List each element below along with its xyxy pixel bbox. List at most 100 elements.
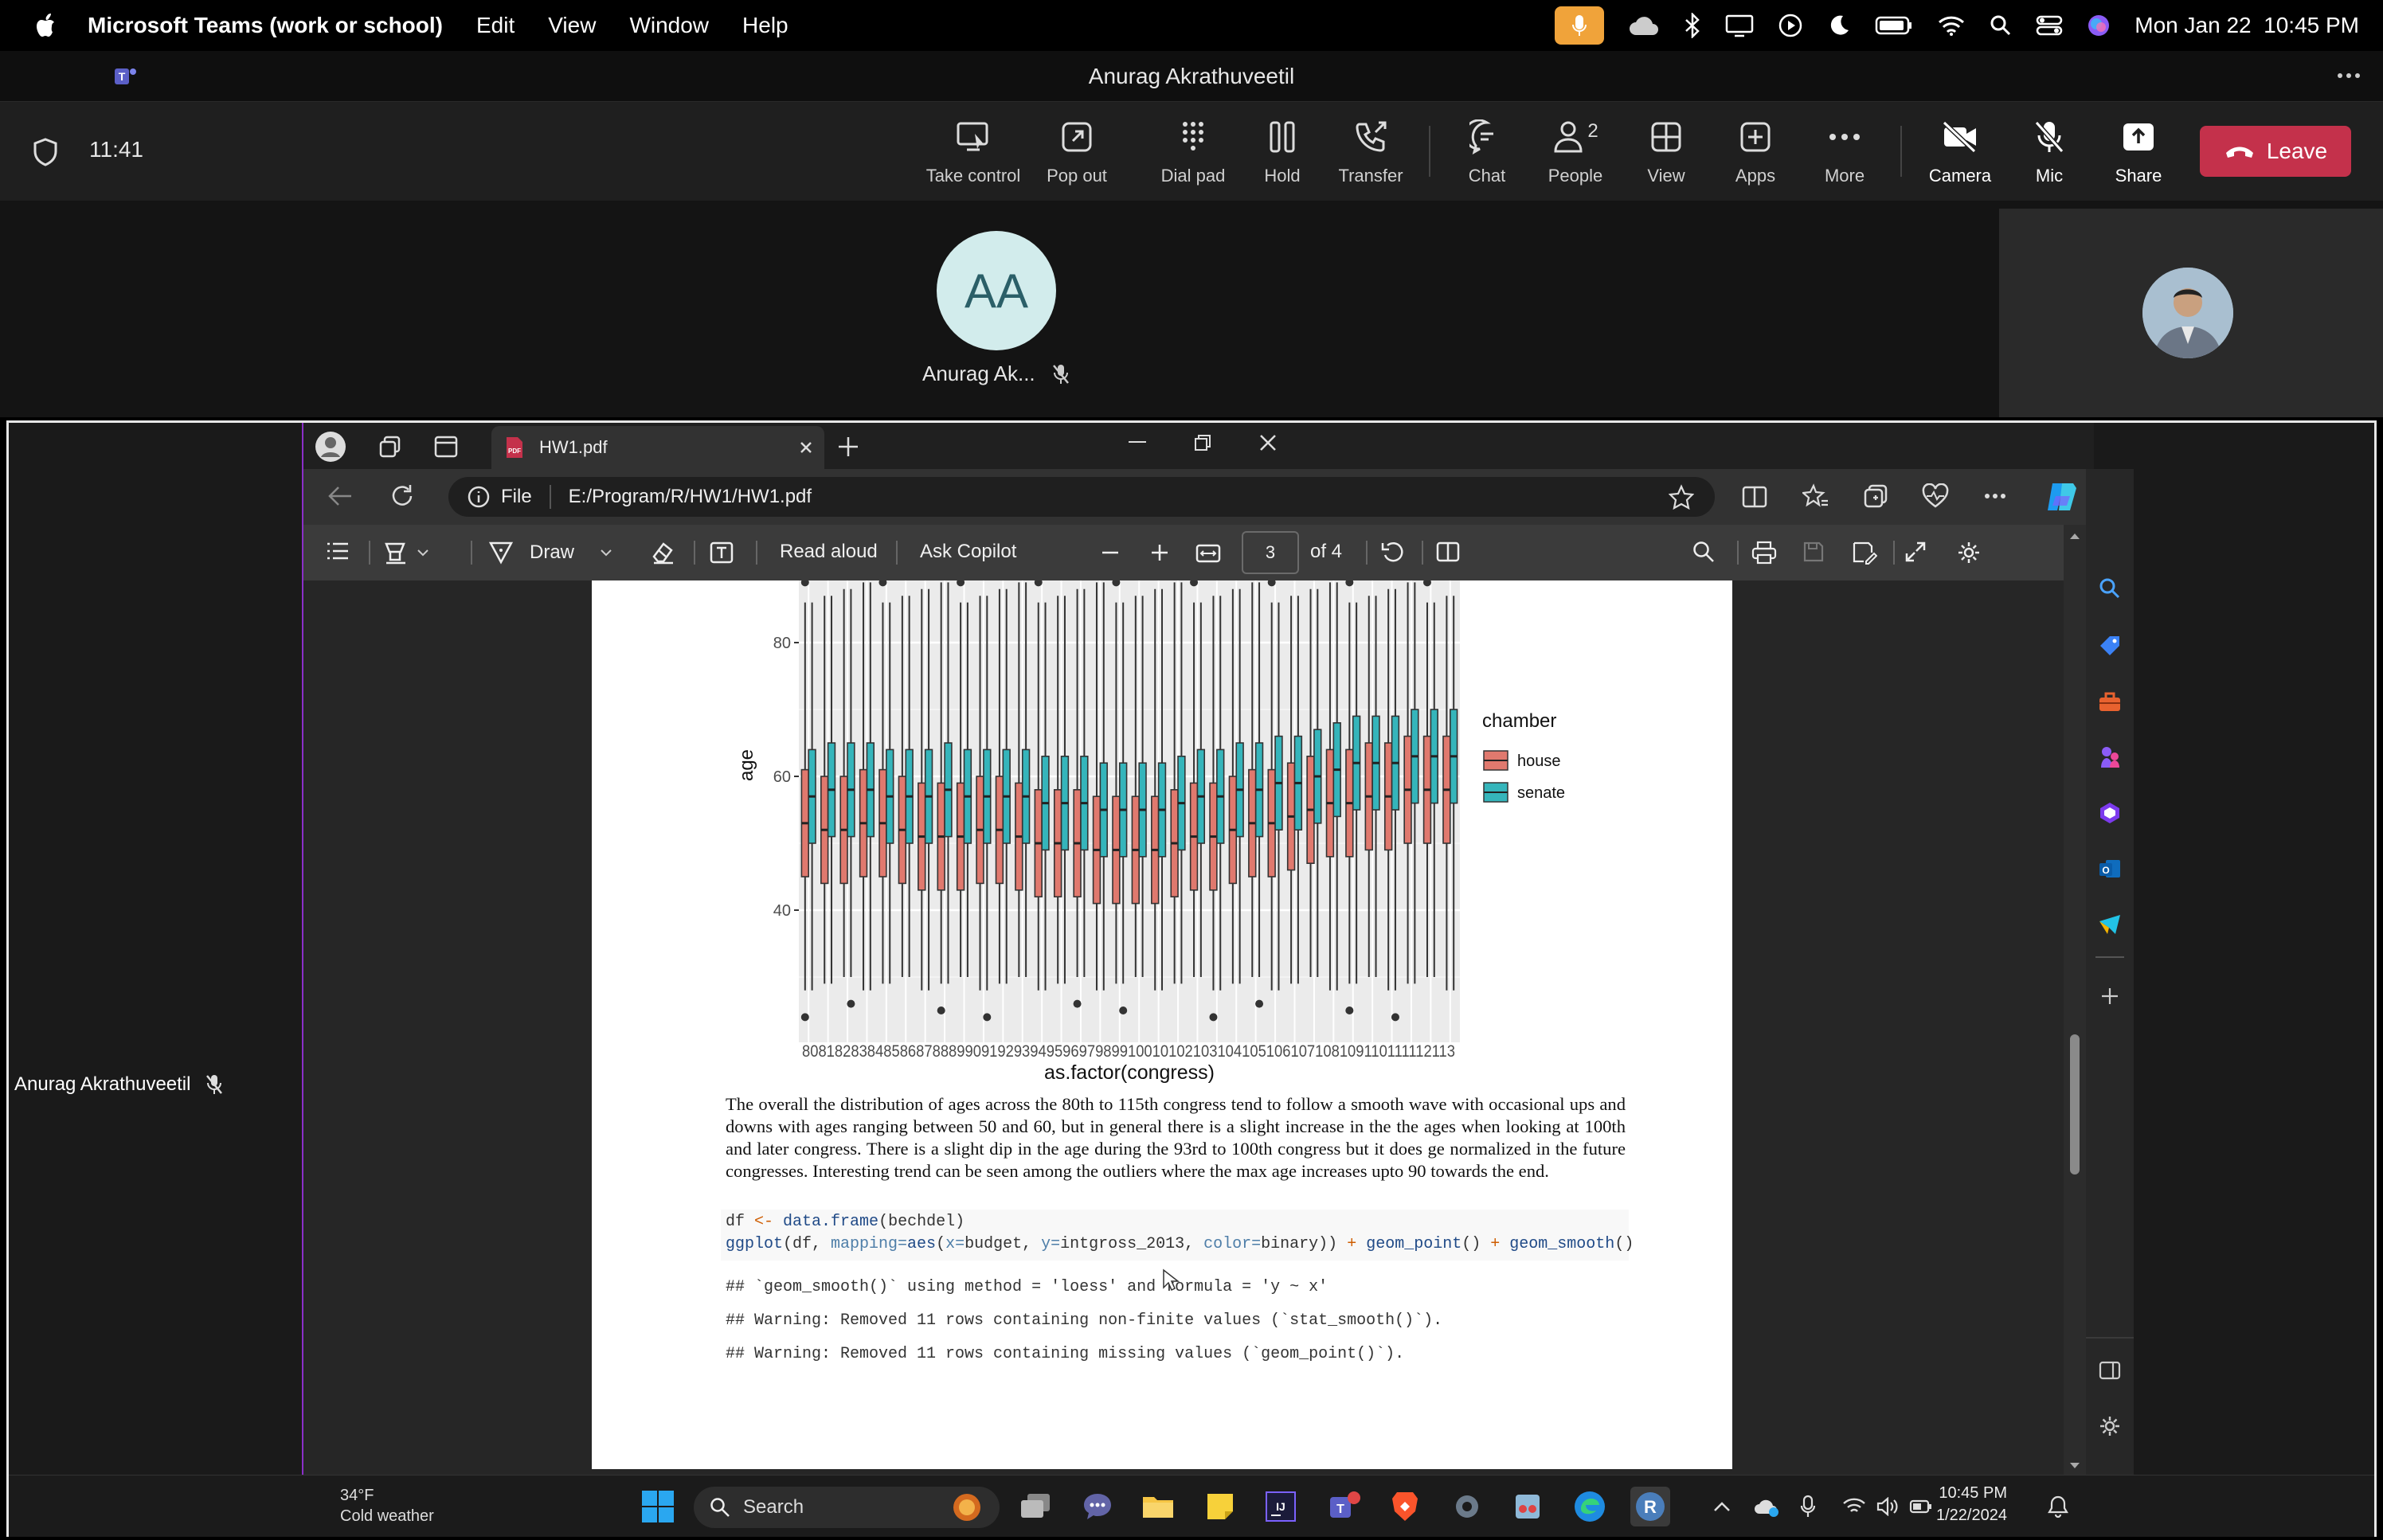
back-arrow-icon[interactable] <box>327 485 353 507</box>
refresh-icon[interactable] <box>389 483 415 509</box>
sidebar-outlook[interactable]: O <box>2092 851 2127 886</box>
hold-button[interactable]: Hold <box>1235 118 1330 186</box>
window-more-icon[interactable] <box>2337 72 2361 80</box>
show-hidden-icons[interactable] <box>1702 1487 1742 1526</box>
favorites-icon[interactable] <box>1802 483 1829 509</box>
taskbar-brave[interactable] <box>1385 1487 1425 1526</box>
zoom-out-button[interactable] <box>1100 544 1121 561</box>
scroll-down-icon[interactable] <box>2068 1461 2081 1471</box>
page-view-button[interactable] <box>1436 541 1460 563</box>
menu-window[interactable]: Window <box>629 13 709 38</box>
scroll-up-icon[interactable] <box>2068 531 2081 541</box>
apps-button[interactable]: Apps <box>1708 118 1803 186</box>
share-button[interactable]: Share <box>2091 118 2186 186</box>
shield-icon[interactable] <box>32 137 59 167</box>
sidebar-add[interactable] <box>2092 979 2127 1014</box>
fullscreen-button[interactable] <box>1904 541 1927 563</box>
print-button[interactable] <box>1751 541 1777 565</box>
display-icon[interactable] <box>1725 14 1754 37</box>
vertical-tabs-icon[interactable] <box>434 436 458 458</box>
taskbar-settings[interactable] <box>1447 1487 1487 1526</box>
fit-page-button[interactable] <box>1195 542 1221 565</box>
participant-avatar[interactable]: AA <box>937 231 1056 350</box>
new-tab-icon[interactable] <box>835 434 861 459</box>
task-view-button[interactable] <box>1015 1487 1055 1526</box>
info-icon[interactable] <box>468 486 490 508</box>
settings-more-icon[interactable] <box>1984 493 2006 499</box>
spotlight-search-icon[interactable] <box>1990 14 2012 37</box>
sidebar-tools[interactable] <box>2092 684 2127 719</box>
save-as-button[interactable] <box>1852 541 1877 565</box>
notification-center[interactable] <box>2038 1487 2078 1526</box>
menu-help[interactable]: Help <box>742 13 788 38</box>
taskbar-jetbrains[interactable]: IJ <box>1261 1487 1301 1526</box>
view-button[interactable]: View <box>1618 118 1714 186</box>
rotate-button[interactable] <box>1380 541 1406 565</box>
sidebar-office[interactable] <box>2092 795 2127 831</box>
add-text-button[interactable] <box>710 541 734 565</box>
cloud-icon[interactable] <box>1628 14 1660 37</box>
scrollbar-thumb[interactable] <box>2070 1034 2080 1175</box>
take-control-button[interactable]: Take control <box>925 118 1021 186</box>
menu-edit[interactable]: Edit <box>476 13 515 38</box>
now-playing-icon[interactable] <box>1778 13 1803 38</box>
mic-in-use-icon[interactable] <box>1555 6 1605 45</box>
table-of-contents-button[interactable] <box>326 541 350 561</box>
close-window-icon[interactable] <box>1259 434 1277 451</box>
people-button[interactable]: 2 People <box>1528 118 1623 186</box>
collections-icon[interactable] <box>1863 483 1888 509</box>
transfer-button[interactable]: Transfer <box>1323 118 1418 186</box>
minimize-icon[interactable] <box>1129 440 1146 444</box>
bluetooth-icon[interactable] <box>1684 13 1701 38</box>
tray-microphone[interactable] <box>1788 1487 1828 1526</box>
sidebar-drop[interactable] <box>2092 907 2127 942</box>
restore-icon[interactable] <box>1194 434 1211 451</box>
camera-button[interactable]: Camera <box>1912 118 2008 186</box>
app-menu-name[interactable]: Microsoft Teams (work or school) <box>88 13 443 38</box>
pdf-settings-button[interactable] <box>1957 541 1981 565</box>
sidebar-shopping[interactable] <box>2092 628 2127 663</box>
taskbar-file-explorer[interactable] <box>1138 1487 1178 1526</box>
save-button[interactable] <box>1802 541 1825 563</box>
mic-button[interactable]: Mic <box>2001 118 2097 186</box>
siri-icon[interactable] <box>2087 14 2111 37</box>
more-button[interactable]: More <box>1797 118 1892 186</box>
tab-hw1-pdf[interactable]: PDF HW1.pdf <box>491 426 824 469</box>
taskbar-chat[interactable] <box>1078 1487 1117 1526</box>
page-number-input[interactable]: 3 <box>1242 531 1299 574</box>
split-screen-icon[interactable] <box>1742 485 1767 509</box>
favorite-star-icon[interactable] <box>1669 484 1694 510</box>
menubar-clock[interactable]: Mon Jan 22 10:45 PM <box>2135 13 2359 38</box>
chat-button[interactable]: Chat <box>1439 118 1535 186</box>
find-in-pdf-button[interactable] <box>1692 541 1715 563</box>
profile-icon[interactable] <box>315 431 346 463</box>
control-center-icon[interactable] <box>2036 14 2063 37</box>
weather-widget[interactable]: 34°F Cold weather <box>340 1485 434 1526</box>
pdf-viewer[interactable]: 40 60 80 808182838485868788899091929394959… <box>303 580 2064 1477</box>
start-button[interactable] <box>638 1487 678 1526</box>
self-view-tile[interactable] <box>1999 209 2383 417</box>
apple-icon[interactable] <box>30 10 62 41</box>
taskbar-teams[interactable]: T <box>1325 1487 1364 1526</box>
leave-button[interactable]: Leave <box>2200 126 2351 177</box>
taskbar-search[interactable]: Search <box>694 1487 1000 1528</box>
copilot-icon[interactable] <box>2045 480 2080 514</box>
sidebar-search[interactable] <box>2092 571 2127 606</box>
tray-battery[interactable] <box>1901 1487 1941 1526</box>
sidebar-games[interactable] <box>2092 740 2127 775</box>
url-field[interactable]: File E:/Program/R/HW1/HW1.pdf <box>448 477 1715 517</box>
taskbar-clock[interactable]: 10:45 PM 1/22/2024 <box>1936 1482 2007 1526</box>
menu-view[interactable]: View <box>548 13 596 38</box>
taskbar-snipping[interactable] <box>1508 1487 1548 1526</box>
tray-onedrive[interactable] <box>1747 1487 1786 1526</box>
sidebar-hide[interactable] <box>2092 1353 2127 1388</box>
highlight-button[interactable] <box>383 541 429 565</box>
wifi-icon[interactable] <box>1937 14 1966 37</box>
erase-button[interactable] <box>651 541 675 565</box>
dial-pad-button[interactable]: Dial pad <box>1145 118 1241 186</box>
workspaces-icon[interactable] <box>378 436 402 459</box>
close-tab-icon[interactable] <box>799 440 813 455</box>
battery-icon[interactable] <box>1875 15 1913 36</box>
ask-copilot-button[interactable]: Ask Copilot <box>920 541 1016 563</box>
vertical-scrollbar[interactable] <box>2064 525 2086 1477</box>
